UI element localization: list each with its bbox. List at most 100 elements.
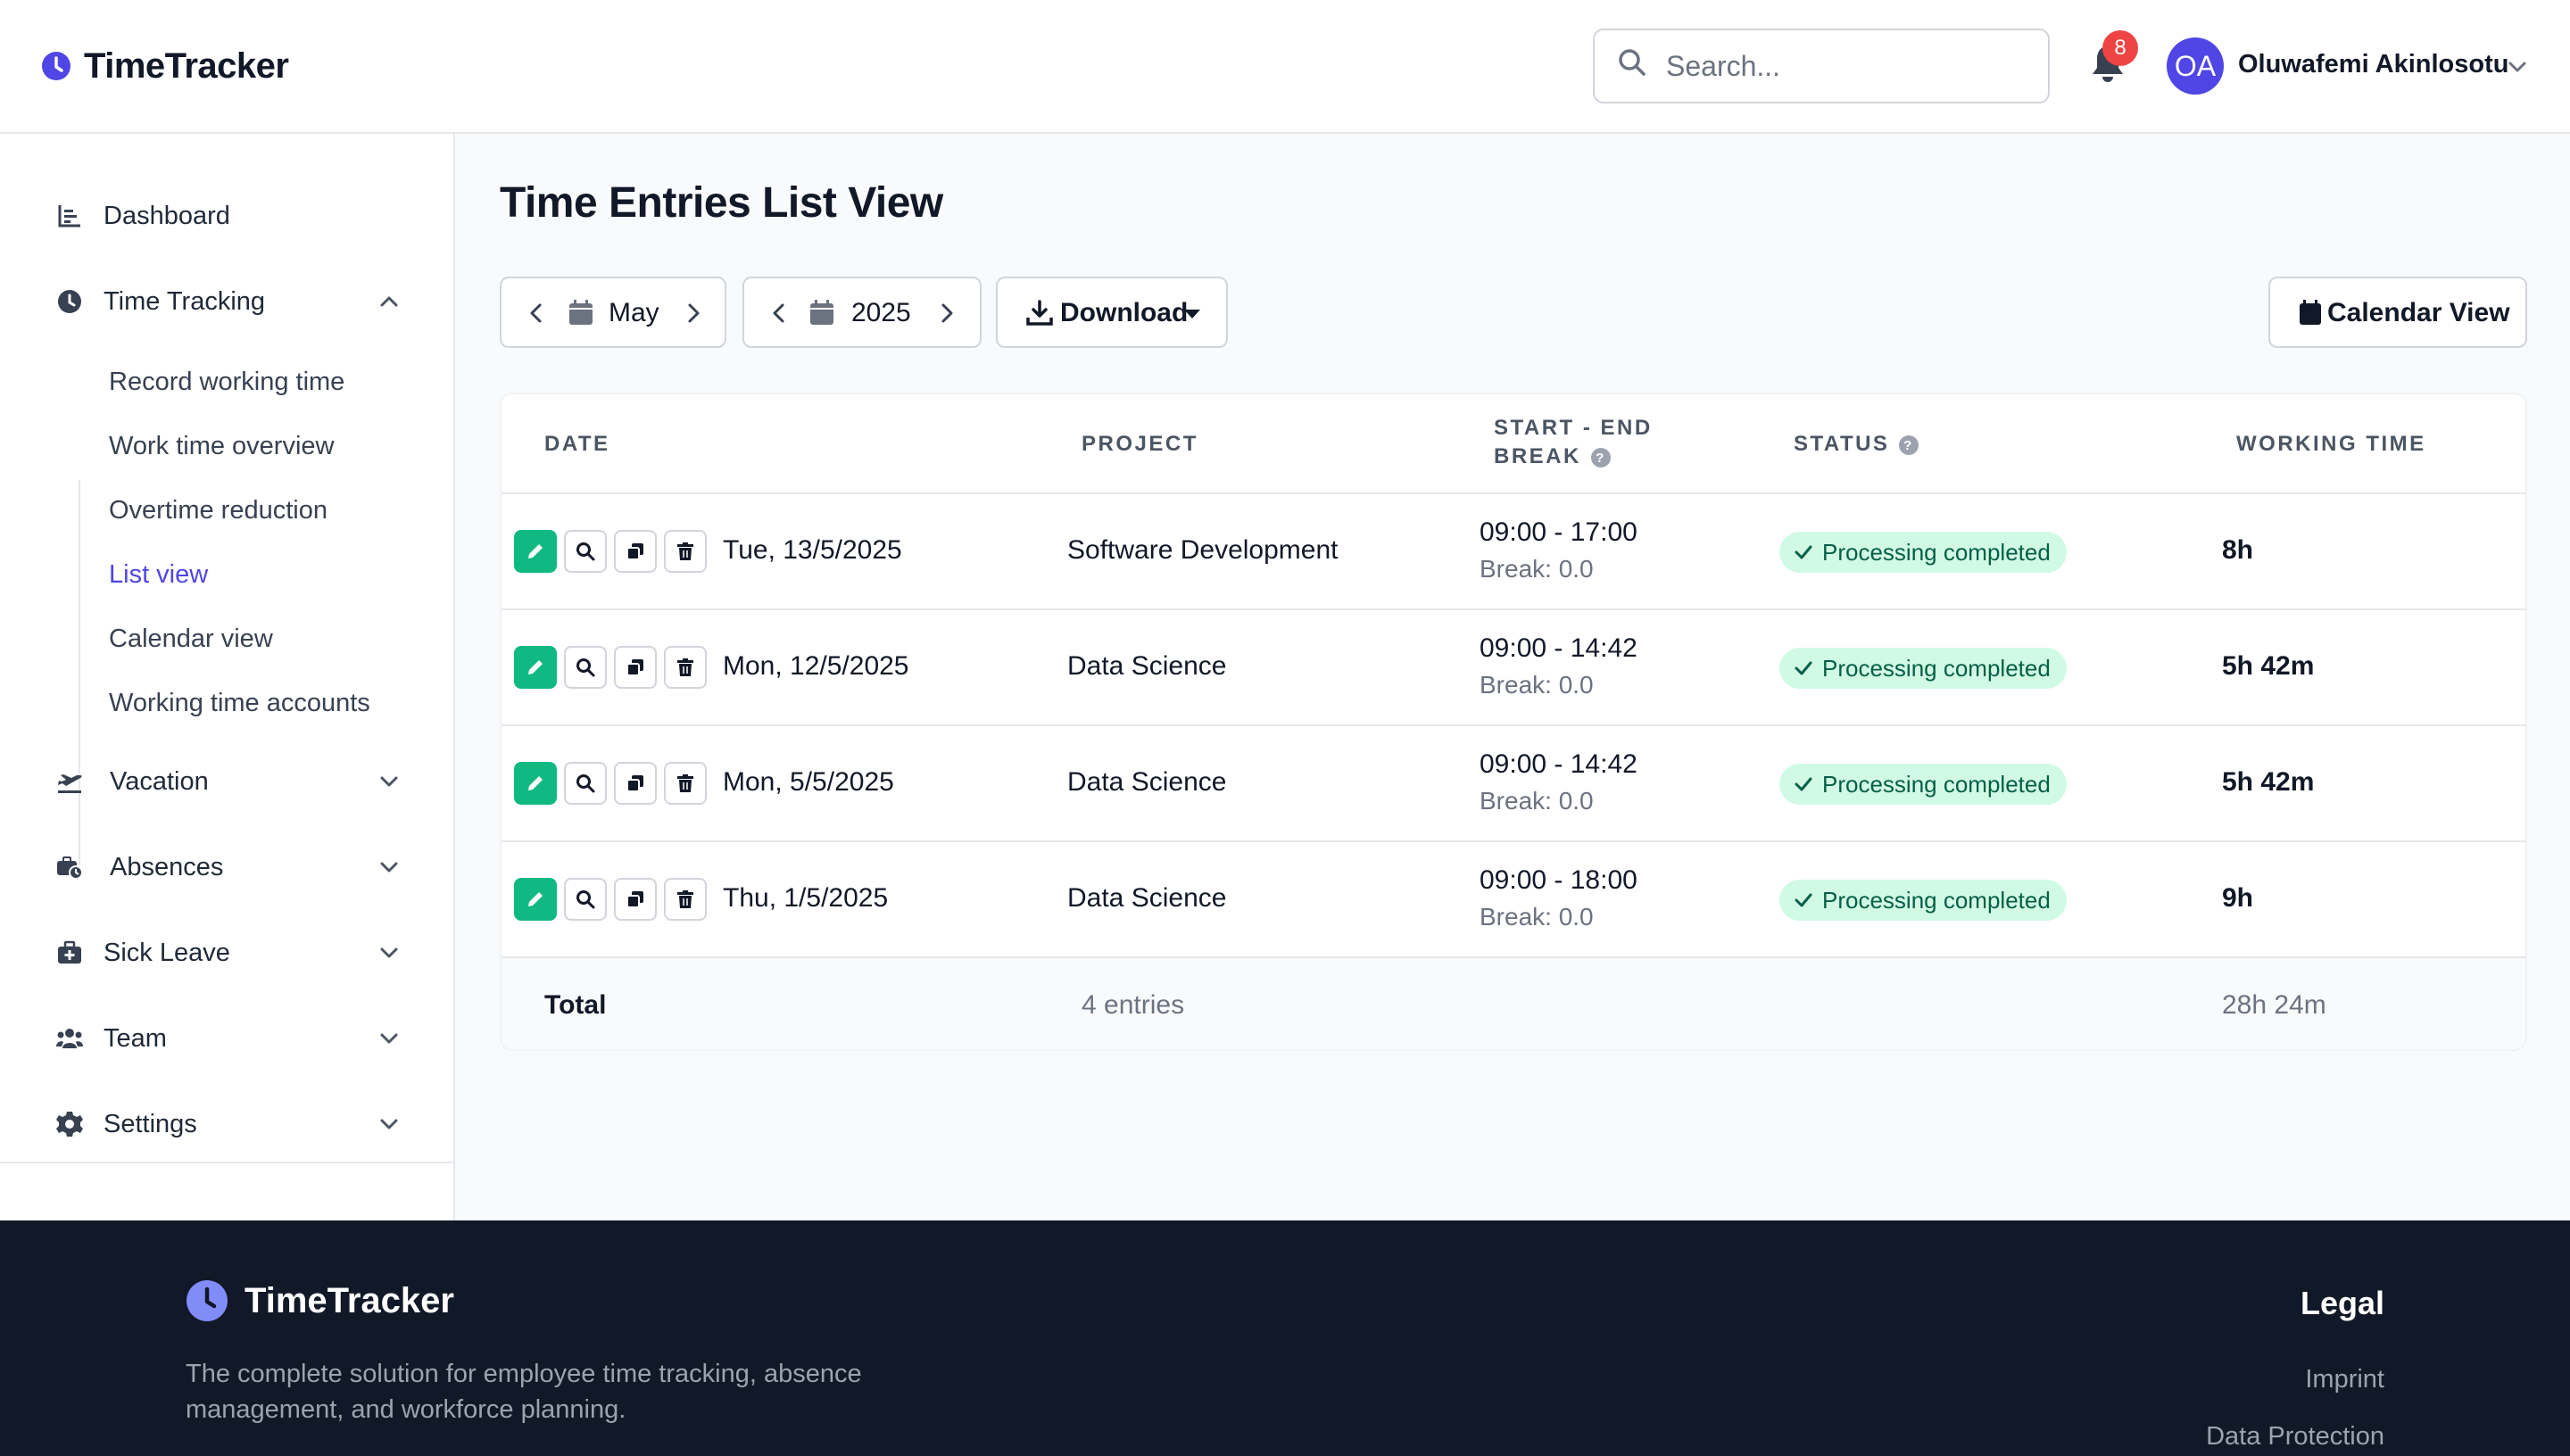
view-button[interactable] — [564, 530, 607, 573]
user-name[interactable]: Oluwafemi Akinlosotu — [2238, 50, 2508, 79]
footer-link-data-protection[interactable]: Data Protection — [2206, 1422, 2384, 1452]
sidebar-item-absences[interactable]: Absences — [0, 840, 455, 894]
entry-date: Thu, 1/5/2025 — [723, 883, 889, 913]
chevron-up-icon — [380, 296, 398, 307]
delete-button[interactable] — [664, 878, 707, 921]
chevron-left-icon[interactable] — [525, 301, 548, 326]
column-header-date[interactable]: DATE — [544, 432, 610, 457]
download-button[interactable]: Download — [996, 277, 1228, 348]
entry-break: Break: 0.0 — [1480, 555, 1594, 583]
edit-button[interactable] — [514, 646, 557, 689]
copy-button[interactable] — [614, 878, 657, 921]
delete-button[interactable] — [664, 646, 707, 689]
footer-link-imprint[interactable]: Imprint — [2305, 1365, 2384, 1394]
edit-button[interactable] — [514, 762, 557, 805]
caret-down-icon — [1184, 310, 1200, 318]
delete-button[interactable] — [664, 762, 707, 805]
footer-legal-heading: Legal — [2300, 1285, 2384, 1321]
table-header: DATE PROJECT START - END BREAK? STATUS? … — [502, 394, 2525, 494]
subnav-work-time-overview[interactable]: Work time overview — [109, 432, 334, 461]
column-header-project[interactable]: PROJECT — [1082, 432, 1198, 457]
copy-button[interactable] — [614, 646, 657, 689]
column-header-break-label: BREAK — [1494, 444, 1581, 468]
month-selector: May — [500, 277, 726, 348]
delete-button[interactable] — [664, 530, 707, 573]
question-circle-icon[interactable]: ? — [1590, 447, 1612, 468]
status-text: Processing completed — [1822, 771, 2051, 798]
check-icon — [1795, 545, 1812, 559]
app-logo[interactable]: TimeTracker — [41, 46, 289, 86]
chevron-down-icon — [380, 1033, 398, 1044]
total-label: Total — [544, 990, 607, 1020]
notification-count-badge: 8 — [2102, 30, 2138, 66]
svg-text:?: ? — [1904, 438, 1915, 453]
sidebar-item-sick-leave[interactable]: Sick Leave — [0, 926, 455, 980]
table-footer: Total 4 entries 28h 24m — [502, 958, 2525, 1049]
year-selector: 2025 — [742, 277, 982, 348]
edit-button[interactable] — [514, 878, 557, 921]
question-circle-icon[interactable]: ? — [1898, 434, 1919, 456]
copy-icon — [626, 659, 643, 676]
chevron-right-icon[interactable] — [682, 301, 705, 326]
sidebar-item-vacation[interactable]: Vacation — [0, 755, 455, 808]
entry-time-range: 09:00 - 18:00 — [1480, 865, 1637, 895]
footer-brand: TimeTracker — [245, 1280, 454, 1320]
copy-icon — [626, 543, 643, 560]
page-footer: TimeTracker The complete solution for em… — [0, 1220, 2570, 1456]
check-icon — [1795, 893, 1812, 907]
edit-button[interactable] — [514, 530, 557, 573]
status-text: Processing completed — [1822, 539, 2051, 566]
entry-working-time: 9h — [2222, 883, 2254, 913]
users-icon — [55, 1024, 84, 1053]
pencil-icon — [528, 892, 543, 906]
avatar[interactable]: OA — [2167, 37, 2224, 95]
column-header-status-label: STATUS — [1794, 432, 1890, 456]
column-header-break[interactable]: BREAK? — [1494, 444, 1612, 469]
sidebar: Dashboard Time Tracking Record working t… — [0, 134, 455, 1220]
chevron-down-icon[interactable] — [2506, 55, 2529, 79]
column-header-working-time[interactable]: WORKING TIME — [2236, 432, 2426, 457]
view-button[interactable] — [564, 646, 607, 689]
sidebar-item-time-tracking[interactable]: Time Tracking — [0, 275, 455, 328]
chevron-left-icon[interactable] — [767, 301, 791, 326]
subnav-calendar-view[interactable]: Calendar view — [109, 625, 273, 654]
subnav-working-time-accounts[interactable]: Working time accounts — [109, 689, 370, 718]
copy-icon — [626, 891, 643, 908]
view-button[interactable] — [564, 762, 607, 805]
entry-project: Software Development — [1067, 535, 1339, 565]
sidebar-item-settings[interactable]: Settings — [0, 1097, 455, 1151]
status-badge: Processing completed — [1779, 880, 2067, 921]
subnav-overtime-reduction[interactable]: Overtime reduction — [109, 496, 327, 525]
entry-time-range: 09:00 - 14:42 — [1480, 749, 1637, 779]
pencil-icon — [528, 544, 543, 558]
subnav-list-view[interactable]: List view — [109, 560, 208, 590]
svg-text:?: ? — [1596, 451, 1606, 466]
column-header-start-end[interactable]: START - END — [1494, 416, 1653, 441]
entry-time-range: 09:00 - 14:42 — [1480, 633, 1637, 663]
search-box[interactable] — [1593, 29, 2050, 103]
table-row: Thu, 1/5/2025 Data Science 09:00 - 18:00… — [502, 842, 2525, 958]
subnav-record-working-time[interactable]: Record working time — [109, 368, 344, 397]
search-input[interactable] — [1666, 43, 2023, 89]
copy-button[interactable] — [614, 762, 657, 805]
entry-break: Break: 0.0 — [1480, 787, 1594, 815]
total-working-time: 28h 24m — [2222, 990, 2326, 1020]
chevron-right-icon[interactable] — [935, 301, 958, 326]
calendar-icon — [569, 300, 593, 325]
entry-time-range: 09:00 - 17:00 — [1480, 517, 1637, 547]
footer-logo[interactable]: TimeTracker — [186, 1279, 454, 1322]
calendar-icon — [810, 300, 833, 325]
column-header-status[interactable]: STATUS? — [1794, 432, 1919, 457]
page-title: Time Entries List View — [500, 179, 943, 227]
sidebar-item-team[interactable]: Team — [0, 1012, 455, 1065]
check-icon — [1795, 777, 1812, 791]
entry-break: Break: 0.0 — [1480, 671, 1594, 699]
calendar-view-button[interactable]: Calendar View — [2268, 277, 2527, 348]
chevron-down-icon — [380, 776, 398, 787]
view-button[interactable] — [564, 878, 607, 921]
sidebar-item-label: Dashboard — [104, 201, 230, 230]
sidebar-item-dashboard[interactable]: Dashboard — [0, 189, 455, 243]
table-row: Mon, 5/5/2025 Data Science 09:00 - 14:42… — [502, 726, 2525, 842]
gear-icon — [55, 1110, 84, 1138]
copy-button[interactable] — [614, 530, 657, 573]
